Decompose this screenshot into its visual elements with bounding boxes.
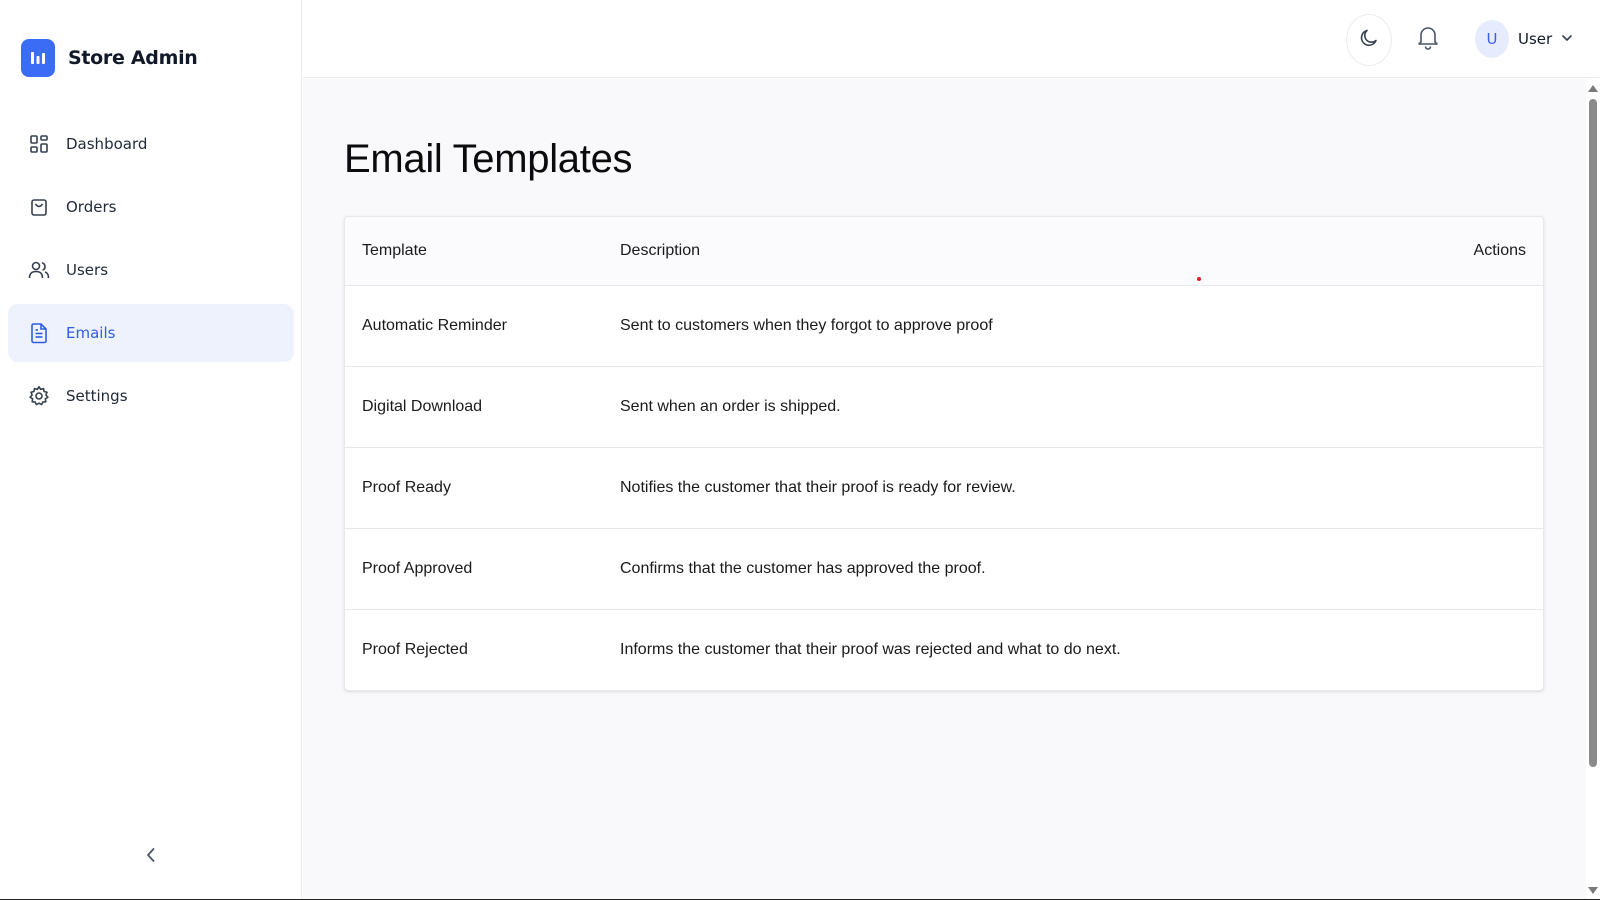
sidebar-item-label: Emails	[66, 324, 116, 342]
page-title: Email Templates	[344, 137, 633, 181]
chevron-left-icon	[145, 846, 157, 869]
sidebar-item-dashboard[interactable]: Dashboard	[8, 115, 294, 173]
main-content: Email Templates Template Description Act…	[303, 79, 1586, 899]
file-text-icon	[28, 322, 50, 344]
template-description-cell: Notifies the customer that their proof i…	[603, 447, 1409, 529]
brand[interactable]: Store Admin	[21, 39, 198, 77]
chevron-down-icon	[1561, 30, 1573, 48]
email-templates-table: Template Description Actions Automatic R…	[345, 217, 1543, 690]
gear-icon	[28, 385, 50, 407]
layout-grid-icon	[28, 133, 50, 155]
scroll-up-arrow-icon[interactable]	[1588, 85, 1598, 92]
users-icon	[28, 259, 50, 281]
sidebar-item-settings[interactable]: Settings	[8, 367, 294, 425]
collapse-sidebar-button[interactable]	[140, 846, 162, 868]
shopping-bag-icon	[28, 196, 50, 218]
avatar: U	[1475, 20, 1509, 58]
top-header: U User	[303, 0, 1600, 78]
notifications-button[interactable]	[1413, 24, 1443, 54]
table-row[interactable]: Proof Ready Notifies the customer that t…	[345, 447, 1543, 529]
user-name: User	[1518, 30, 1553, 48]
theme-toggle-button[interactable]	[1346, 14, 1392, 66]
cursor-dot	[1197, 277, 1201, 281]
template-description-cell: Confirms that the customer has approved …	[603, 528, 1409, 610]
vertical-scrollbar[interactable]	[1586, 79, 1600, 900]
table-row[interactable]: Proof Rejected Informs the customer that…	[345, 609, 1543, 690]
user-menu[interactable]: U User	[1475, 20, 1573, 58]
actions-cell	[1408, 609, 1543, 690]
sidebar-nav: Dashboard Orders Users Emails Settings	[8, 115, 294, 430]
actions-cell	[1408, 528, 1543, 610]
sidebar-item-label: Users	[66, 261, 109, 279]
sidebar-item-label: Dashboard	[66, 135, 148, 153]
email-templates-table-card: Template Description Actions Automatic R…	[344, 216, 1544, 691]
bar-chart-icon	[21, 39, 55, 77]
table-row[interactable]: Automatic Reminder Sent to customers whe…	[345, 285, 1543, 367]
template-description-cell: Informs the customer that their proof wa…	[620, 640, 1121, 658]
actions-cell	[1408, 447, 1543, 529]
bell-icon	[1416, 24, 1440, 55]
actions-cell	[1408, 366, 1543, 448]
table-row[interactable]: Digital Download Sent when an order is s…	[345, 366, 1543, 448]
template-name-cell: Proof Approved	[345, 528, 603, 610]
template-name-cell: Proof Rejected	[362, 640, 468, 658]
sidebar: Store Admin Dashboard Orders Users Email…	[0, 0, 302, 900]
template-description-cell: Sent to customers when they forgot to ap…	[603, 285, 1409, 367]
table-header-row: Template Description Actions	[345, 217, 1543, 286]
column-header-description: Description	[603, 217, 1409, 286]
template-name-cell: Automatic Reminder	[345, 285, 603, 367]
scrollbar-thumb[interactable]	[1589, 99, 1597, 767]
template-name-cell: Digital Download	[345, 366, 603, 448]
brand-name: Store Admin	[68, 47, 198, 69]
actions-cell	[1408, 285, 1543, 367]
template-description-cell: Sent when an order is shipped.	[603, 366, 1409, 448]
scroll-down-arrow-icon[interactable]	[1588, 887, 1598, 894]
sidebar-item-users[interactable]: Users	[8, 241, 294, 299]
column-header-template: Template	[345, 217, 603, 286]
sidebar-item-orders[interactable]: Orders	[8, 178, 294, 236]
template-name-cell: Proof Ready	[345, 447, 603, 529]
column-header-actions: Actions	[1408, 217, 1543, 286]
table-row[interactable]: Proof Approved Confirms that the custome…	[345, 528, 1543, 610]
sidebar-item-label: Settings	[66, 387, 128, 405]
sidebar-item-emails[interactable]: Emails	[8, 304, 294, 362]
sidebar-item-label: Orders	[66, 198, 117, 216]
moon-icon	[1358, 27, 1380, 54]
